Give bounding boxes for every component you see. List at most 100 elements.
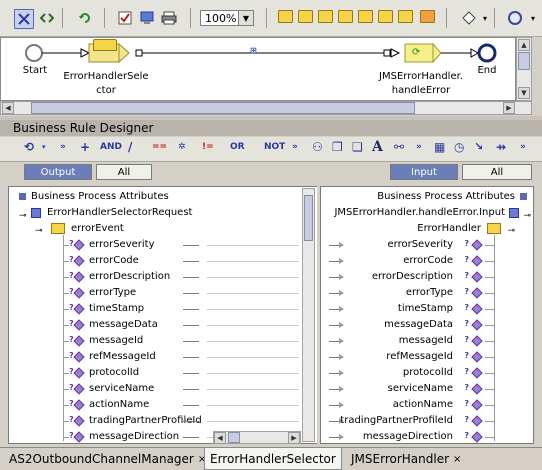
and-button[interactable]: AND	[100, 142, 122, 152]
right-field-protocolId[interactable]: protocolId	[403, 366, 453, 380]
output-connector[interactable]	[183, 405, 199, 406]
right-field-messageId[interactable]: messageId	[399, 334, 453, 348]
open-folder-icon[interactable]	[278, 10, 293, 23]
left-field-messageId[interactable]: messageId	[89, 334, 143, 348]
network-icon[interactable]: ⚇	[312, 140, 323, 154]
scroll-left-icon[interactable]: ◀	[2, 102, 14, 114]
chevron-down-icon[interactable]: ▾	[42, 143, 46, 151]
link-icon[interactable]: ⚯	[394, 140, 404, 154]
copy-icon[interactable]	[138, 9, 156, 27]
clock-icon[interactable]: ◷	[454, 140, 464, 154]
input-connector[interactable]	[329, 293, 339, 294]
folder-4-icon[interactable]	[358, 10, 373, 23]
more-icon[interactable]: »	[60, 142, 66, 152]
left-field-errorDescription[interactable]: errorDescription	[89, 270, 170, 284]
right-field-refMessageId[interactable]: refMessageId	[386, 350, 453, 364]
input-connector[interactable]	[329, 309, 339, 310]
left-field-errorSeverity[interactable]: errorSeverity	[89, 238, 155, 252]
output-connector[interactable]	[183, 437, 199, 438]
input-attribute-tree[interactable]: Business Process Attributes JMSErrorHand…	[320, 186, 534, 444]
more-icon[interactable]: »	[416, 142, 422, 152]
input-connector[interactable]	[329, 341, 339, 342]
mapping-vertical-scrollbar[interactable]	[302, 188, 315, 442]
output-connector[interactable]	[183, 261, 199, 262]
tab-jms-error-handler[interactable]: JMSErrorHandler ×	[346, 450, 466, 468]
left-field-actionName[interactable]: actionName	[89, 398, 149, 412]
input-connector[interactable]	[329, 245, 339, 246]
right-field-errorType[interactable]: errorType	[406, 286, 453, 300]
more-icon[interactable]: »	[292, 142, 298, 152]
folder-5-icon[interactable]	[378, 10, 393, 23]
folder-7-icon[interactable]	[420, 10, 435, 23]
scroll-thumb[interactable]	[518, 52, 530, 70]
left-field-errorType[interactable]: errorType	[89, 286, 136, 300]
left-field-timeStamp[interactable]: timeStamp	[89, 302, 144, 316]
input-connector[interactable]	[329, 389, 339, 390]
select-icon[interactable]	[14, 9, 34, 29]
refresh-icon[interactable]	[76, 9, 94, 27]
id-icon[interactable]: ↘	[474, 140, 483, 153]
output-attribute-tree[interactable]: Business Process Attributes ⊸ ErrorHandl…	[8, 186, 202, 444]
scroll-left-icon[interactable]: ◀	[214, 432, 226, 444]
validate-icon[interactable]	[116, 9, 134, 27]
right-field-messageData[interactable]: messageData	[384, 318, 453, 332]
input-connector[interactable]	[329, 277, 339, 278]
add-icon[interactable]: +	[80, 140, 90, 154]
left-field-protocolId[interactable]: protocolId	[89, 366, 139, 380]
output-connector[interactable]	[183, 421, 199, 422]
tab-output[interactable]: Output	[24, 164, 92, 180]
input-connector[interactable]	[329, 261, 339, 262]
right-field-errorCode[interactable]: errorCode	[403, 254, 453, 268]
chevron-down-icon[interactable]: ▼	[238, 11, 253, 25]
collapse-icon[interactable]: ⊸	[523, 211, 531, 221]
circle-icon[interactable]	[506, 9, 524, 27]
folder-1-icon[interactable]	[298, 10, 313, 23]
folder-3-icon[interactable]	[338, 10, 353, 23]
mapping-horizontal-scrollbar[interactable]: ◀ ▶	[213, 431, 301, 444]
left-field-serviceName[interactable]: serviceName	[89, 382, 154, 396]
left-field-messageData[interactable]: messageData	[89, 318, 158, 332]
tab-all-left[interactable]: All	[96, 164, 152, 180]
input-connector[interactable]	[329, 325, 339, 326]
canvas-vertical-scrollbar[interactable]: ▲ ▼	[516, 37, 532, 101]
scroll-thumb[interactable]	[228, 432, 240, 443]
zoom-select[interactable]: 100% ▼	[200, 10, 254, 26]
more-icon[interactable]: »	[520, 142, 526, 152]
output-connector[interactable]	[183, 245, 199, 246]
mapping-area[interactable]	[201, 186, 317, 444]
left-field-messageDirection[interactable]: messageDirection	[89, 430, 179, 443]
paste-icon[interactable]: ❏	[352, 140, 363, 154]
connect-icon[interactable]	[38, 9, 56, 27]
scroll-thumb[interactable]	[304, 195, 313, 241]
tab-as2-outbound-channel-manager[interactable]: AS2OutboundChannelManager ×	[4, 450, 211, 468]
input-connector[interactable]	[329, 373, 339, 374]
input-connector[interactable]	[329, 437, 339, 438]
tab-error-handler-selector[interactable]: ErrorHandlerSelector	[204, 448, 342, 470]
output-connector[interactable]	[183, 341, 199, 342]
scroll-thumb[interactable]	[31, 102, 415, 114]
output-connector[interactable]	[183, 309, 199, 310]
input-connector[interactable]	[329, 357, 339, 358]
left-field-errorCode[interactable]: errorCode	[89, 254, 139, 268]
output-connector[interactable]	[183, 325, 199, 326]
equals-icon[interactable]: ==	[152, 142, 167, 152]
right-field-messageDirection[interactable]: messageDirection	[363, 430, 453, 443]
output-connector[interactable]	[183, 277, 199, 278]
calculator-icon[interactable]: ▦	[434, 140, 445, 154]
canvas-horizontal-scrollbar[interactable]: ◀ ▶	[0, 101, 532, 115]
chevron-down-icon[interactable]: ▾	[476, 9, 494, 27]
input-connector[interactable]	[329, 421, 339, 422]
right-field-serviceName[interactable]: serviceName	[388, 382, 453, 396]
not-equals-icon[interactable]: !=	[202, 142, 214, 152]
right-field-errorDescription[interactable]: errorDescription	[372, 270, 453, 284]
right-field-timeStamp[interactable]: timeStamp	[398, 302, 453, 316]
scroll-right-icon[interactable]: ▶	[503, 102, 515, 114]
tab-input[interactable]: Input	[390, 164, 458, 180]
or-button[interactable]: OR	[230, 142, 245, 152]
chevron-down-icon[interactable]: ▾	[524, 9, 542, 27]
right-field-tradingPartnerProfileId[interactable]: tradingPartnerProfileId	[340, 414, 453, 428]
copy-icon[interactable]: ❐	[332, 140, 343, 154]
folder-2-icon[interactable]	[318, 10, 333, 23]
output-connector[interactable]	[183, 373, 199, 374]
right-field-errorSeverity[interactable]: errorSeverity	[387, 238, 453, 252]
